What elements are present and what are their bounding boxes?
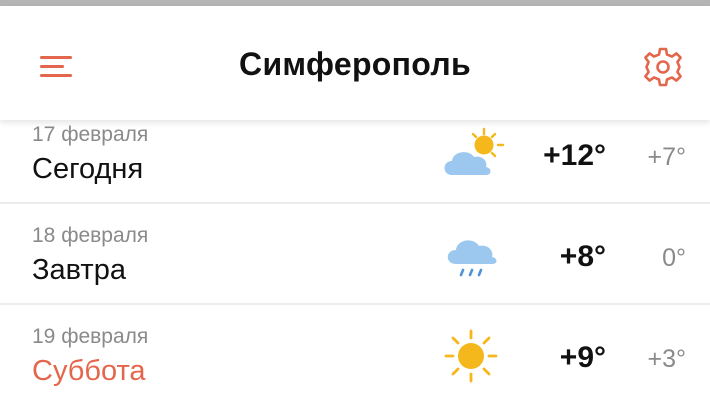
- day-name: Завтра: [32, 254, 126, 286]
- partly-cloudy-icon: [436, 123, 508, 187]
- sun-icon: [436, 325, 508, 389]
- gear-icon[interactable]: [640, 44, 686, 90]
- rain-cloud-icon: [436, 224, 508, 288]
- forecast-row-tomorrow[interactable]: 18 февраля Завтра +8° 0°: [0, 204, 710, 304]
- day-date: 17 февраля: [32, 123, 149, 146]
- day-date: 19 февраля: [32, 325, 149, 348]
- day-name: Суббота: [32, 355, 146, 387]
- city-title[interactable]: Симферополь: [0, 46, 710, 83]
- night-temperature: +3°: [647, 345, 686, 373]
- day-name: Сегодня: [32, 153, 144, 185]
- night-temperature: 0°: [662, 244, 686, 272]
- day-date: 18 февраля: [32, 224, 149, 247]
- forecast-row-today[interactable]: 17 февраля Сегодня +12° +7°: [0, 120, 710, 203]
- night-temperature: +7°: [647, 143, 686, 171]
- day-temperature: +8°: [559, 240, 606, 273]
- forecast-list: 17 февраля Сегодня +12° +7° 18 февраля З…: [0, 120, 710, 400]
- day-temperature: +12°: [543, 139, 606, 172]
- day-temperature: +9°: [559, 341, 606, 374]
- app-header: Симферополь: [0, 6, 710, 120]
- forecast-row-saturday[interactable]: 19 февраля Суббота +9° +3°: [0, 305, 710, 400]
